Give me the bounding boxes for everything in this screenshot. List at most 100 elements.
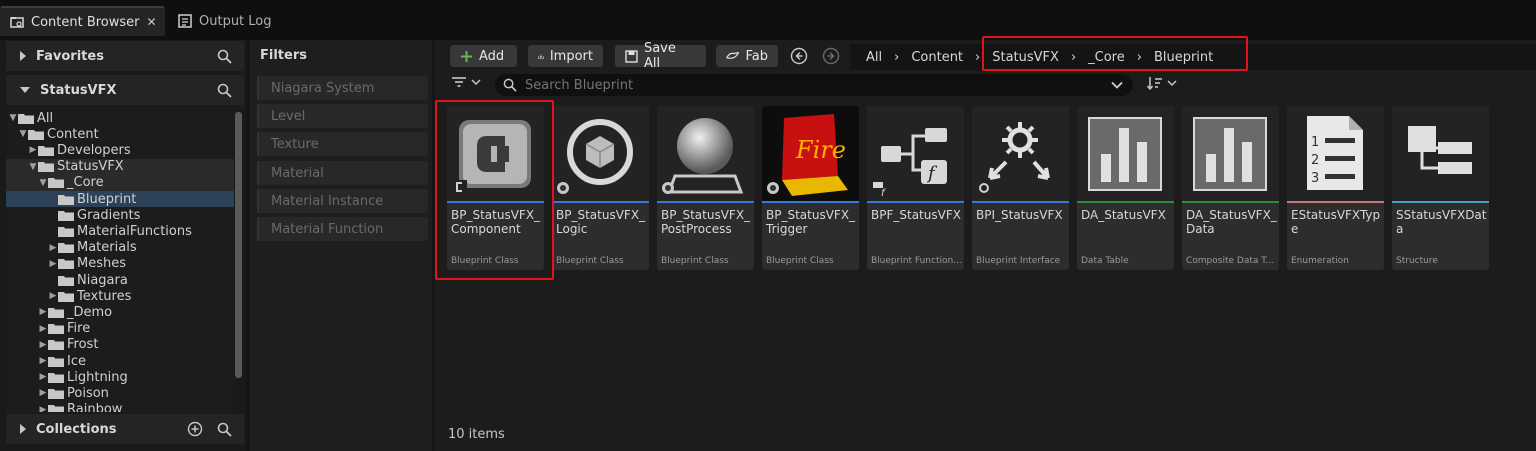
asset-tile-da-statusvfx-data[interactable]: DA_StatusVFX_ Data Composite Data Table bbox=[1182, 106, 1279, 270]
sort-button[interactable] bbox=[1147, 76, 1177, 90]
asset-tile-bpf-statusvfx[interactable]: f f BPF_StatusVFX Blueprint Function Lib… bbox=[867, 106, 964, 270]
breadcrumb-item-statusvfx[interactable]: StatusVFX bbox=[992, 50, 1059, 65]
tree-item[interactable]: ▼ StatusVFX bbox=[6, 158, 234, 175]
tree-item[interactable]: ▶ Fire bbox=[6, 321, 234, 337]
tree-item[interactable]: ▶ _Demo bbox=[6, 304, 234, 320]
root-header[interactable]: StatusVFX bbox=[6, 75, 244, 105]
asset-tile-bpi-statusvfx[interactable]: BPI_StatusVFX Blueprint Interface bbox=[972, 106, 1069, 270]
asset-tile-bp-statusvfx-logic[interactable]: BP_StatusVFX_ Logic Blueprint Class bbox=[552, 106, 649, 270]
asset-tile-bp-statusvfx-component[interactable]: BP_StatusVFX_ Component Blueprint Class bbox=[447, 106, 544, 270]
breadcrumb-separator[interactable]: › bbox=[1071, 50, 1076, 65]
tree-scrollbar[interactable] bbox=[235, 112, 242, 378]
history-back-icon[interactable] bbox=[790, 47, 808, 65]
tree-item[interactable]: ▶ Textures bbox=[6, 288, 234, 304]
search-icon[interactable] bbox=[217, 83, 232, 98]
tab-content-browser[interactable]: Content Browser ✕ bbox=[0, 6, 165, 36]
asset-tile-bp-statusvfx-trigger[interactable]: Fire BP_StatusVFX_ Trigger Blueprint Cla… bbox=[762, 106, 859, 270]
asset-tile-da-statusvfx[interactable]: DA_StatusVFX Data Table bbox=[1077, 106, 1174, 270]
tree-item[interactable]: ▶ Poison bbox=[6, 385, 234, 401]
structure-icon bbox=[1408, 126, 1472, 174]
collapsed-arrow-icon[interactable]: ▶ bbox=[38, 356, 48, 366]
tree-item[interactable]: Gradients bbox=[6, 207, 234, 223]
breadcrumb-separator[interactable]: › bbox=[894, 50, 899, 65]
tab-output-log[interactable]: Output Log bbox=[168, 6, 278, 36]
collapsed-arrow-icon[interactable]: ▶ bbox=[38, 324, 48, 334]
tree-item[interactable]: Blueprint bbox=[6, 191, 234, 207]
tree-item[interactable]: ▶ Meshes bbox=[6, 256, 234, 272]
breadcrumb-item-core[interactable]: _Core bbox=[1088, 50, 1125, 65]
svg-text:Fire: Fire bbox=[795, 136, 846, 164]
asset-tile-bp-statusvfx-postprocess[interactable]: BP_StatusVFX_ PostProcess Blueprint Clas… bbox=[657, 106, 754, 270]
add-button[interactable]: Add bbox=[450, 45, 517, 67]
expanded-arrow-icon[interactable]: ▼ bbox=[8, 113, 18, 123]
add-collection-icon[interactable] bbox=[187, 421, 203, 437]
folder-icon bbox=[48, 405, 64, 412]
filter-toggle-button[interactable] bbox=[451, 76, 481, 88]
filter-level[interactable]: Level bbox=[257, 104, 428, 128]
import-button[interactable]: Import bbox=[528, 45, 603, 67]
asset-name: BPF_StatusVFX bbox=[871, 208, 961, 222]
tree-item[interactable]: ▶ Rainbow bbox=[6, 402, 234, 412]
collapsed-arrow-icon[interactable]: ▶ bbox=[48, 291, 58, 301]
collapsed-arrow-icon[interactable]: ▶ bbox=[28, 145, 38, 155]
sort-icon bbox=[1147, 77, 1162, 90]
tree-item[interactable]: ▶ Frost bbox=[6, 337, 234, 353]
collapsed-arrow-icon[interactable]: ▶ bbox=[38, 372, 48, 382]
fab-button[interactable]: Fab bbox=[716, 45, 778, 67]
asset-tile-sstatusvfxdata[interactable]: SStatusVFXData Structure bbox=[1392, 106, 1489, 270]
asset-type: Blueprint Class bbox=[451, 256, 519, 266]
tree-item-label: _Core bbox=[67, 175, 104, 191]
tree-item[interactable]: ▶ Developers bbox=[6, 142, 234, 158]
search-icon[interactable] bbox=[217, 422, 232, 437]
asset-type: Blueprint Class bbox=[556, 256, 624, 266]
filter-material-instance[interactable]: Material Instance bbox=[257, 189, 428, 213]
collapsed-arrow-icon[interactable]: ▶ bbox=[48, 243, 58, 253]
expanded-arrow-icon[interactable]: ▼ bbox=[28, 162, 38, 172]
asset-thumbnail bbox=[552, 106, 649, 201]
tree-item[interactable]: ▼ All bbox=[6, 110, 234, 126]
tree-item[interactable]: Niagara bbox=[6, 272, 234, 288]
collapsed-arrow-icon[interactable]: ▶ bbox=[38, 340, 48, 350]
folder-icon bbox=[48, 178, 64, 189]
save-all-button[interactable]: Save All bbox=[615, 41, 706, 71]
collapse-arrow-icon[interactable] bbox=[20, 424, 26, 434]
history-forward-icon[interactable] bbox=[822, 47, 840, 65]
tree-item[interactable]: ▶ Ice bbox=[6, 353, 234, 369]
breadcrumb-separator[interactable]: › bbox=[1137, 50, 1142, 65]
breadcrumb-item-content[interactable]: Content bbox=[911, 50, 963, 65]
asset-type-bar bbox=[1182, 201, 1279, 203]
collapse-arrow-icon[interactable] bbox=[20, 51, 26, 61]
breadcrumb-item-all[interactable]: All bbox=[866, 50, 882, 65]
folder-icon bbox=[48, 324, 64, 335]
filter-niagara-system[interactable]: Niagara System bbox=[257, 76, 428, 100]
favorites-header[interactable]: Favorites bbox=[6, 41, 244, 71]
tree-item[interactable]: ▶ Materials bbox=[6, 240, 234, 256]
collapsed-arrow-icon[interactable]: ▶ bbox=[48, 259, 58, 269]
search-icon[interactable] bbox=[217, 49, 232, 64]
folder-icon bbox=[58, 275, 74, 286]
collapsed-arrow-icon[interactable]: ▶ bbox=[38, 307, 48, 317]
collapsed-arrow-icon[interactable]: ▶ bbox=[38, 405, 48, 412]
tree-item[interactable]: MaterialFunctions bbox=[6, 223, 234, 239]
expanded-arrow-icon[interactable]: ▼ bbox=[18, 129, 28, 139]
asset-type-bar bbox=[1077, 201, 1174, 203]
tree-item-label: Textures bbox=[77, 288, 132, 304]
filter-material-function[interactable]: Material Function bbox=[257, 217, 428, 241]
breadcrumb-item-blueprint[interactable]: Blueprint bbox=[1154, 50, 1213, 65]
asset-tile-estatusvfxtype[interactable]: 1 2 3 EStatusVFXType Enumeration bbox=[1287, 106, 1384, 270]
filter-texture[interactable]: Texture bbox=[257, 132, 428, 156]
close-icon[interactable]: ✕ bbox=[147, 15, 157, 29]
tree-item[interactable]: ▶ Lightning bbox=[6, 369, 234, 385]
tree-item[interactable]: ▼ Content bbox=[6, 126, 234, 142]
expand-arrow-icon[interactable] bbox=[20, 87, 30, 93]
search-input[interactable] bbox=[525, 77, 1103, 93]
collapsed-arrow-icon[interactable]: ▶ bbox=[38, 388, 48, 398]
breadcrumb-separator[interactable]: › bbox=[975, 50, 980, 65]
chevron-down-icon[interactable] bbox=[1111, 81, 1123, 89]
logic-cube-icon bbox=[557, 119, 633, 194]
filter-material[interactable]: Material bbox=[257, 161, 428, 185]
expanded-arrow-icon[interactable]: ▼ bbox=[38, 178, 48, 188]
collections-header[interactable]: Collections bbox=[6, 414, 244, 444]
tree-item[interactable]: ▼ _Core bbox=[6, 174, 234, 191]
chevron-down-icon bbox=[1167, 80, 1177, 87]
